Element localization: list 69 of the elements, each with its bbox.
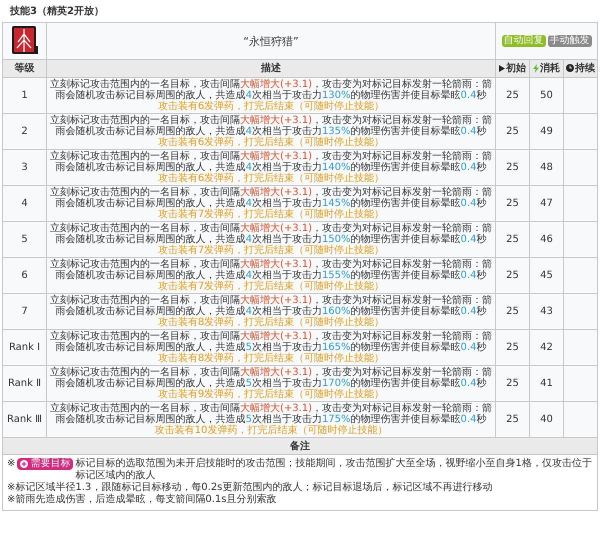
column-header: 持续: [575, 62, 595, 76]
skill-tag: 自动回复: [502, 35, 546, 47]
table-cell: 46: [530, 221, 564, 257]
table-cell: 6: [2, 257, 46, 293]
table-cell: Rank Ⅰ: [2, 329, 46, 365]
note-text: ※箭雨先造成伤害，后造成晕眩，每支箭间隔0.1s且分别索敌: [7, 494, 276, 506]
ammo-note: 攻击装有6发弹药，打完后结束（可随时停止技能）: [156, 136, 386, 148]
column-header: 描述: [261, 62, 281, 76]
table-cell: 42: [530, 329, 564, 365]
column-header: 等级: [14, 62, 34, 76]
table-cell: Rank Ⅲ: [2, 401, 46, 437]
table-cell: 4: [2, 185, 46, 221]
table-cell: 47: [530, 185, 564, 221]
table-cell: 25: [496, 401, 530, 437]
column-header: 消耗: [540, 62, 560, 75]
ammo-note: 攻击装有6发弹药，打完后结束（可随时停止技能）: [156, 172, 386, 184]
skill-description: 立刻标记攻击范围内的一名目标，攻击间隔大幅增大(+3.1)，攻击变为对标记目标发射一轮箭雨：箭雨会随机攻击标记目标周围的敌人，共造成5次相当于攻击力 175%的物理伤害并使目标晕眩0.4秒: [48, 402, 494, 424]
table-cell: 48: [530, 149, 564, 185]
skill-description: 立刻标记攻击范围内的一名目标，攻击间隔大幅增大(+3.1)，攻击变为对标记目标发射一轮箭雨：箭雨会随机攻击标记目标周围的敌人，共造成4次相当于攻击力 160%的物理伤害并使目标晕眩0.4秒: [48, 294, 494, 316]
table-cell: 7: [2, 293, 46, 329]
table-cell: 25: [496, 113, 530, 149]
skill-description: 立刻标记攻击范围内的一名目标，攻击间隔大幅增大(+3.1)，攻击变为对标记目标发射一轮箭雨：箭雨会随机攻击标记目标周围的敌人，共造成4次相当于攻击力 155%的物理伤害并使目标晕眩0.4秒: [48, 258, 494, 280]
table-cell: 45: [530, 257, 564, 293]
skill-description: 立刻标记攻击范围内的一名目标，攻击间隔大幅增大(+3.1)，攻击变为对标记目标发射一轮箭雨：箭雨会随机攻击标记目标周围的敌人，共造成4次相当于攻击力 135%的物理伤害并使目标晕眩0.4秒: [48, 114, 494, 136]
ammo-note: 攻击装有7发弹药，打完后结束（可随时停止技能）: [156, 244, 386, 256]
table-cell: 3: [2, 149, 46, 185]
ammo-note: 攻击装有7发弹药，打完后结束（可随时停止技能）: [156, 208, 386, 220]
skill-description: 立刻标记攻击范围内的一名目标，攻击间隔大幅增大(+3.1)，攻击变为对标记目标发射一轮箭雨：箭雨会随机攻击标记目标周围的敌人，共造成4次相当于攻击力 150%的物理伤害并使目标晕眩0.4秒: [48, 222, 494, 244]
table-cell: 41: [530, 365, 564, 401]
table-cell: 25: [496, 77, 530, 113]
ammo-note: 攻击装有7发弹药，打完后结束（可随时停止技能）: [156, 280, 386, 292]
note-text: 标记目标的选取范围为未开启技能时的攻击范围；技能期间，攻击范围扩大至全场，视野缩小至自身1格，仅攻击位于标记区域内的敌人: [75, 458, 593, 482]
play-icon: [499, 64, 505, 72]
table-cell: 43: [530, 293, 564, 329]
table-cell: 50: [530, 77, 564, 113]
badge-label: 需要目标: [30, 458, 70, 470]
table-cell: 5: [2, 221, 46, 257]
skill-description: 立刻标记攻击范围内的一名目标，攻击间隔大幅增大(+3.1)，攻击变为对标记目标发射一轮箭雨：箭雨会随机攻击标记目标周围的敌人，共造成5次相当于攻击力 170%的物理伤害并使目标晕眩0.4秒: [48, 366, 494, 388]
table-cell: 25: [496, 185, 530, 221]
skill-description: 立刻标记攻击范围内的一名目标，攻击间隔大幅增大(+3.1)，攻击变为对标记目标发射一轮箭雨：箭雨会随机攻击标记目标周围的敌人，共造成4次相当于攻击力 130%的物理伤害并使目标晕眩0.4秒: [48, 78, 494, 100]
skill-description: 立刻标记攻击范围内的一名目标，攻击间隔大幅增大(+3.1)，攻击变为对标记目标发射一轮箭雨：箭雨会随机攻击标记目标周围的敌人，共造成4次相当于攻击力 145%的物理伤害并使目标晕眩0.4秒: [48, 186, 494, 208]
table-cell: 25: [496, 149, 530, 185]
notes-header: 备注: [290, 440, 310, 452]
table-cell: 40: [530, 401, 564, 437]
skill-icon: [12, 26, 38, 56]
skill-name: “永恒狩猎”: [243, 34, 299, 48]
section-title: 技能3（精英2开放）: [10, 4, 105, 18]
skill-description: 立刻标记攻击范围内的一名目标，攻击间隔大幅增大(+3.1)，攻击变为对标记目标发射一轮箭雨：箭雨会随机攻击标记目标周围的敌人，共造成5次相当于攻击力 165%的物理伤害并使目标晕眩0.4秒: [48, 330, 494, 352]
table-cell: 1: [2, 77, 46, 113]
ammo-note: 攻击装有10发弹药，打完后结束（可随时停止技能）: [154, 424, 388, 436]
table-cell: Rank Ⅱ: [2, 365, 46, 401]
skill-tag: 手动触发: [548, 35, 592, 47]
table-cell: 25: [496, 365, 530, 401]
note-text: ※标记区域半径1.3，跟随标记目标移动，每0.2s更新范围内的敌人；标记目标退场后，标记区域不再进行移动: [7, 482, 492, 494]
lightning-icon: [533, 64, 539, 72]
table-cell: 25: [496, 293, 530, 329]
table-cell: 49: [530, 113, 564, 149]
table-cell: 2: [2, 113, 46, 149]
ammo-note: 攻击装有8发弹药，打完后结束（可随时停止技能）: [156, 316, 386, 328]
skill-description: 立刻标记攻击范围内的一名目标，攻击间隔大幅增大(+3.1)，攻击变为对标记目标发射一轮箭雨：箭雨会随机攻击标记目标周围的敌人，共造成4次相当于攻击力 140%的物理伤害并使目标晕眩0.4秒: [48, 150, 494, 172]
table-cell: 25: [496, 221, 530, 257]
note-mark: ※: [7, 458, 16, 470]
table-cell: 25: [496, 257, 530, 293]
ammo-note: 攻击装有8发弹药，打完后结束（可随时停止技能）: [156, 352, 386, 364]
ammo-note: 攻击装有6发弹药，打完后结束（可随时停止技能）: [156, 100, 386, 112]
table-cell: 25: [496, 329, 530, 365]
column-header: 初始: [506, 61, 526, 76]
clock-icon: [566, 64, 574, 72]
ammo-note: 攻击装有9发弹药，打完后结束（可随时停止技能）: [156, 388, 386, 400]
